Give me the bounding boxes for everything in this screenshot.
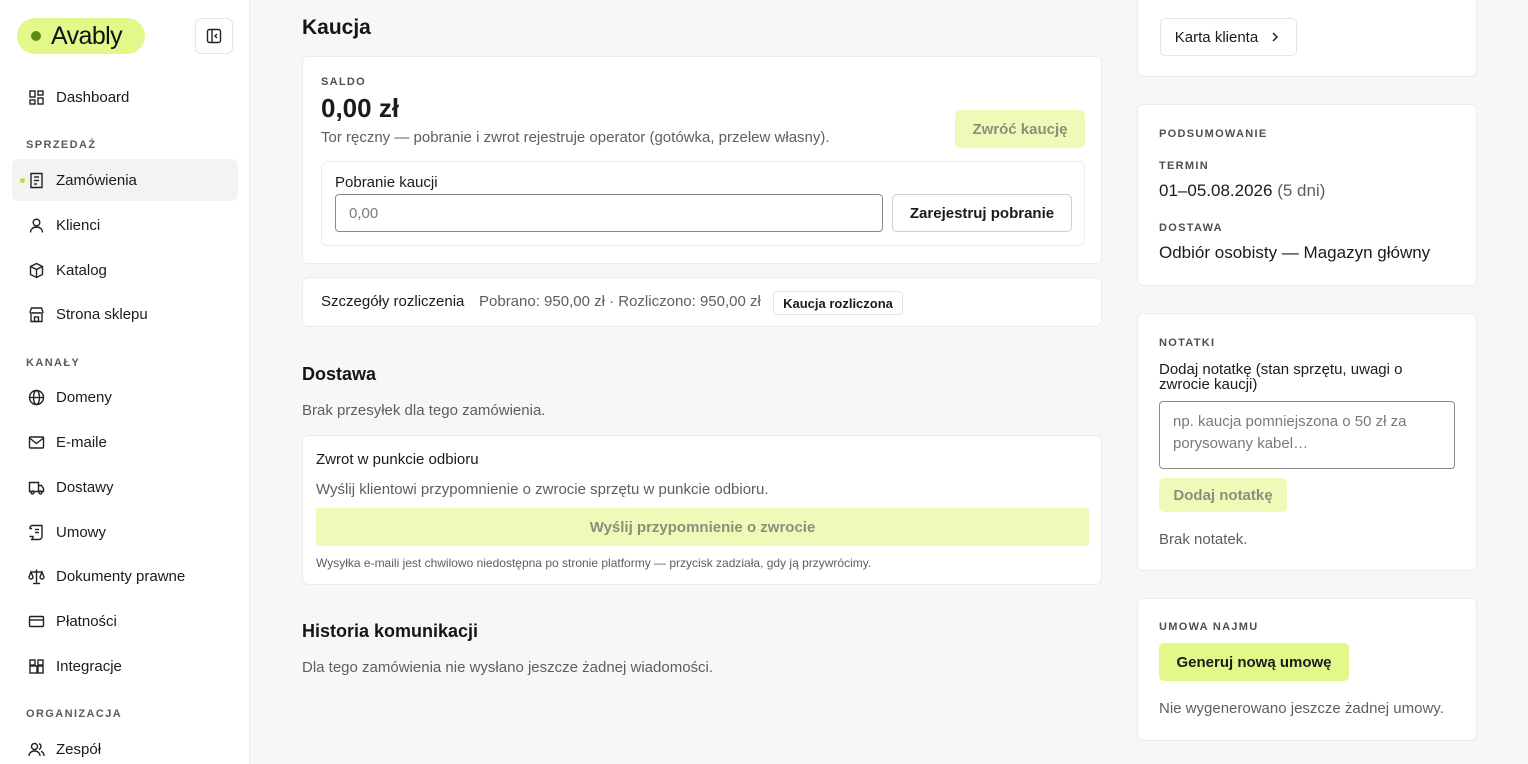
- history-empty-text: Dla tego zamówienia nie wysłano jeszcze …: [302, 659, 714, 676]
- sidebar: Avably Dashboard SPRZEDAŻ Zamówienia Kli…: [0, 0, 250, 764]
- credit-card-icon: [28, 615, 45, 627]
- nav-section-sales: SPRZEDAŻ: [26, 139, 97, 151]
- dashboard-icon: [29, 89, 44, 105]
- sidebar-item-label: Dokumenty prawne: [56, 567, 186, 585]
- sidebar-item-payments[interactable]: Płatności: [12, 600, 238, 642]
- deposit-card: SALDO 0,00 zł Tor ręczny — pobranie i zw…: [302, 56, 1102, 264]
- user-icon: [29, 218, 44, 233]
- package-icon: [29, 262, 44, 278]
- sidebar-collapse-button[interactable]: [195, 18, 233, 54]
- collect-deposit-input[interactable]: [335, 194, 883, 232]
- generate-contract-button[interactable]: Generuj nową umowę: [1159, 643, 1349, 681]
- pickup-return-title: Zwrot w punkcie odbioru: [316, 451, 479, 468]
- email-unavailable-note: Wysyłka e-maili jest chwilowo niedostępn…: [316, 556, 872, 570]
- orders-icon: [30, 172, 43, 188]
- contract-empty-text: Nie wygenerowano jeszcze żadnej umowy.: [1159, 700, 1444, 717]
- sidebar-toggle-icon: [206, 28, 222, 44]
- sidebar-item-label: Dostawy: [56, 478, 114, 496]
- pickup-return-description: Wyślij klientowi przypomnienie o zwrocie…: [316, 481, 769, 498]
- sidebar-item-label: Klienci: [56, 216, 101, 234]
- customer-card-button[interactable]: Karta klienta: [1160, 18, 1297, 56]
- notes-empty-text: Brak notatek.: [1159, 531, 1248, 548]
- scale-icon: [28, 569, 45, 584]
- chevron-right-icon: [1272, 32, 1279, 42]
- send-return-reminder-button[interactable]: Wyślij przypomnienie o zwrocie: [316, 508, 1089, 546]
- users-icon: [28, 742, 45, 756]
- history-title: Historia komunikacji: [302, 621, 479, 641]
- notes-prompt: Dodaj notatkę (stan sprzętu, uwagi o zwr…: [1159, 361, 1403, 393]
- term-value: 01–05.08.2026: [1159, 181, 1273, 200]
- nav-section-channels: KANAŁY: [26, 357, 81, 369]
- sidebar-item-storefront[interactable]: Strona sklepu: [12, 293, 238, 335]
- contract-label: UMOWA NAJMU: [1159, 621, 1259, 633]
- sidebar-item-label: Integracje: [56, 657, 122, 675]
- settlement-details: Pobrano: 950,00 zł · Rozliczono: 950,00 …: [479, 293, 761, 310]
- sidebar-item-orders[interactable]: Zamówienia: [12, 159, 238, 201]
- sidebar-item-team[interactable]: Zespół: [12, 728, 238, 764]
- nav-section-organization: ORGANIZACJA: [26, 708, 123, 720]
- summary-label: PODSUMOWANIE: [1159, 128, 1268, 140]
- scroll-icon: [29, 524, 43, 540]
- sidebar-item-integrations[interactable]: Integracje: [12, 645, 238, 687]
- deposit-description: Tor ręczny — pobranie i zwrot rejestruje…: [321, 129, 830, 146]
- pickup-return-card: Zwrot w punkcie odbioru Wyślij klientowi…: [302, 435, 1102, 585]
- storefront-icon: [29, 306, 44, 322]
- globe-icon: [28, 389, 45, 405]
- sidebar-item-label: Strona sklepu: [56, 305, 148, 323]
- sidebar-item-deliveries[interactable]: Dostawy: [12, 466, 238, 508]
- sidebar-item-emails[interactable]: E-maile: [12, 421, 238, 463]
- sidebar-item-customers[interactable]: Klienci: [12, 204, 238, 246]
- sidebar-item-contracts[interactable]: Umowy: [12, 511, 238, 553]
- balance-label: SALDO: [321, 76, 366, 88]
- summary-card: PODSUMOWANIE TERMIN 01–05.08.2026 (5 dni…: [1137, 104, 1477, 286]
- sidebar-item-label: Umowy: [56, 523, 107, 541]
- settlement-card: Szczegóły rozliczenia Pobrano: 950,00 zł…: [302, 277, 1102, 327]
- sidebar-item-label: Zamówienia: [56, 171, 137, 189]
- notes-card: NOTATKI Dodaj notatkę (stan sprzętu, uwa…: [1137, 313, 1477, 571]
- term-value-row: 01–05.08.2026 (5 dni): [1159, 181, 1325, 201]
- sidebar-item-dashboard[interactable]: Dashboard: [12, 76, 238, 118]
- delivery-title: Dostawa: [302, 364, 377, 384]
- sidebar-item-catalog[interactable]: Katalog: [12, 249, 238, 291]
- delivery-label: DOSTAWA: [1159, 222, 1223, 234]
- note-textarea[interactable]: [1159, 401, 1455, 469]
- notes-label: NOTATKI: [1159, 337, 1216, 349]
- contract-card: UMOWA NAJMU Generuj nową umowę Nie wygen…: [1137, 598, 1477, 741]
- active-indicator: [20, 177, 25, 183]
- delivery-empty-text: Brak przesyłek dla tego zamówienia.: [302, 402, 546, 419]
- brand-logo[interactable]: Avably: [17, 18, 145, 54]
- settlement-status-badge: Kaucja rozliczona: [773, 291, 903, 315]
- sidebar-item-label: Dashboard: [56, 88, 130, 106]
- deposit-title: Kaucja: [302, 16, 371, 39]
- brand-name: Avably: [51, 21, 123, 50]
- sidebar-item-legal-documents[interactable]: Dokumenty prawne: [12, 555, 238, 597]
- delivery-value: Odbiór osobisty — Magazyn główny: [1159, 243, 1431, 262]
- return-deposit-button[interactable]: Zwróć kaucję: [955, 110, 1085, 148]
- sidebar-item-label: Domeny: [56, 388, 112, 406]
- collect-deposit-panel: Pobranie kaucji Zarejestruj pobranie: [321, 161, 1085, 246]
- sidebar-item-label: Zespół: [56, 740, 102, 758]
- sidebar-item-label: Płatności: [56, 612, 117, 630]
- balance-value: 0,00 zł: [321, 93, 400, 123]
- mail-icon: [28, 435, 45, 449]
- add-note-button[interactable]: Dodaj notatkę: [1159, 478, 1287, 512]
- sidebar-item-domains[interactable]: Domeny: [12, 376, 238, 418]
- customer-card-panel: Karta klienta: [1137, 0, 1477, 77]
- term-label: TERMIN: [1159, 160, 1209, 172]
- puzzle-icon: [29, 658, 44, 674]
- truck-icon: [28, 481, 45, 495]
- sidebar-item-label: Katalog: [56, 261, 107, 279]
- sidebar-item-label: E-maile: [56, 433, 107, 451]
- logo-dot-icon: [31, 31, 41, 41]
- term-days: (5 dni): [1277, 181, 1326, 200]
- customer-card-button-label: Karta klienta: [1174, 28, 1259, 46]
- register-collection-button[interactable]: Zarejestruj pobranie: [892, 194, 1072, 232]
- collect-deposit-label: Pobranie kaucji: [335, 174, 438, 191]
- settlement-label: Szczegóły rozliczenia: [321, 293, 465, 310]
